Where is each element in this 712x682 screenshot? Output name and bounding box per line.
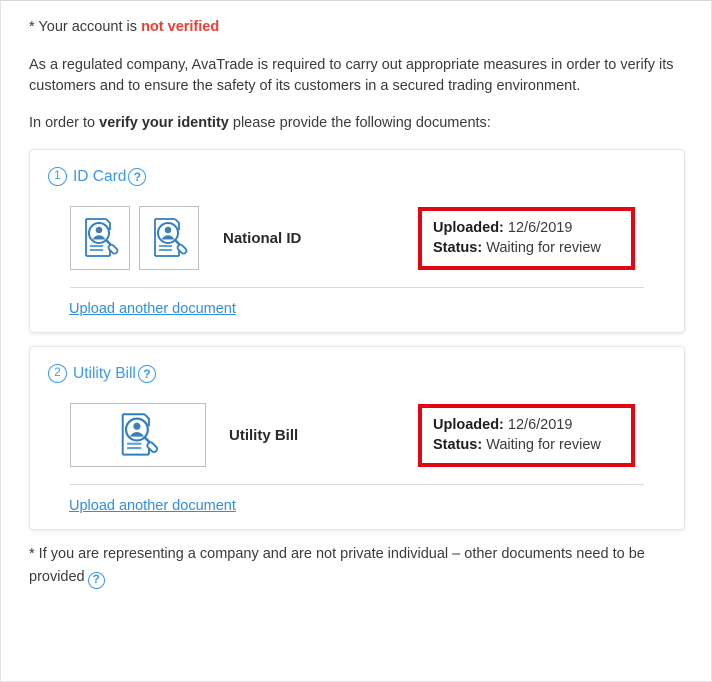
uploaded-date: 12/6/2019 [507, 416, 573, 433]
notice-prefix: * Your account is [29, 19, 142, 35]
id-card-thumbnails [70, 206, 199, 271]
utility-bill-document-row: Utility Bill Uploaded: 12/6/2019 Status:… [30, 383, 684, 469]
question-mark-icon[interactable]: ? [137, 364, 156, 383]
id-document-magnifier-icon [154, 218, 188, 257]
id-card-document-label: National ID [223, 229, 302, 247]
instruction-emphasis: verify your identity [99, 115, 229, 132]
question-mark-icon[interactable]: ? [87, 571, 105, 589]
status-badge: not verified [141, 19, 220, 35]
status-value: Waiting for review [486, 239, 601, 256]
utility-bill-section-title: Utility Bill [73, 364, 136, 382]
status-line: Status: Waiting for review [433, 435, 621, 455]
id-card-separator [70, 287, 644, 289]
company-representation-note: * If you are representing a company and … [29, 543, 685, 589]
instruction-before: In order to [29, 115, 100, 132]
document-thumbnail[interactable] [139, 206, 199, 271]
utility-bill-document-label: Utility Bill [229, 426, 299, 444]
instruction-after: please provide the following documents: [228, 115, 491, 132]
document-thumbnail[interactable] [70, 206, 130, 271]
document-thumbnail[interactable] [70, 403, 206, 468]
id-card-upload-another-link[interactable]: Upload another document [69, 301, 236, 317]
status-line: Status: Waiting for review [433, 238, 621, 258]
uploaded-line: Uploaded: 12/6/2019 [433, 218, 621, 238]
status-label: Status: [433, 436, 483, 453]
status-value: Waiting for review [486, 436, 601, 453]
uploaded-label: Uploaded: [433, 416, 504, 433]
id-card-document-row: National ID Uploaded: 12/6/2019 Status: … [30, 186, 684, 272]
utility-bill-separator [70, 484, 644, 486]
instruction-line: In order to verify your identity please … [29, 113, 685, 134]
regulation-description: As a regulated company, AvaTrade is requ… [29, 57, 674, 95]
uploaded-date: 12/6/2019 [507, 219, 573, 236]
id-document-magnifier-icon [85, 218, 119, 257]
status-label: Status: [433, 239, 483, 256]
utility-bill-thumbnails [70, 403, 206, 468]
utility-bill-section: 2 Utility Bill ? Utility Bill Uploaded: … [29, 346, 685, 531]
footer-note-text: * If you are representing a company and … [29, 546, 645, 585]
uploaded-label: Uploaded: [433, 219, 504, 236]
id-card-section-header: 1 ID Card ? [30, 150, 684, 187]
step-number-badge: 2 [48, 364, 67, 384]
utility-bill-section-header: 2 Utility Bill ? [30, 347, 684, 384]
question-mark-icon[interactable]: ? [128, 167, 147, 186]
account-status-notice: * Your account is not verified [29, 17, 685, 38]
step-number-badge: 1 [48, 167, 67, 187]
id-card-section: 1 ID Card ? National ID Uploaded: 12/6/2… [29, 149, 685, 334]
uploaded-line: Uploaded: 12/6/2019 [433, 415, 621, 435]
verification-page: * Your account is not verified As a regu… [0, 0, 712, 682]
id-card-status-box: Uploaded: 12/6/2019 Status: Waiting for … [418, 206, 635, 270]
utility-bill-upload-another-link[interactable]: Upload another document [69, 498, 236, 514]
id-document-magnifier-icon [121, 413, 159, 456]
id-card-section-title: ID Card [73, 167, 127, 185]
utility-bill-status-box: Uploaded: 12/6/2019 Status: Waiting for … [418, 403, 635, 467]
page-content: * Your account is not verified As a regu… [1, 1, 711, 589]
